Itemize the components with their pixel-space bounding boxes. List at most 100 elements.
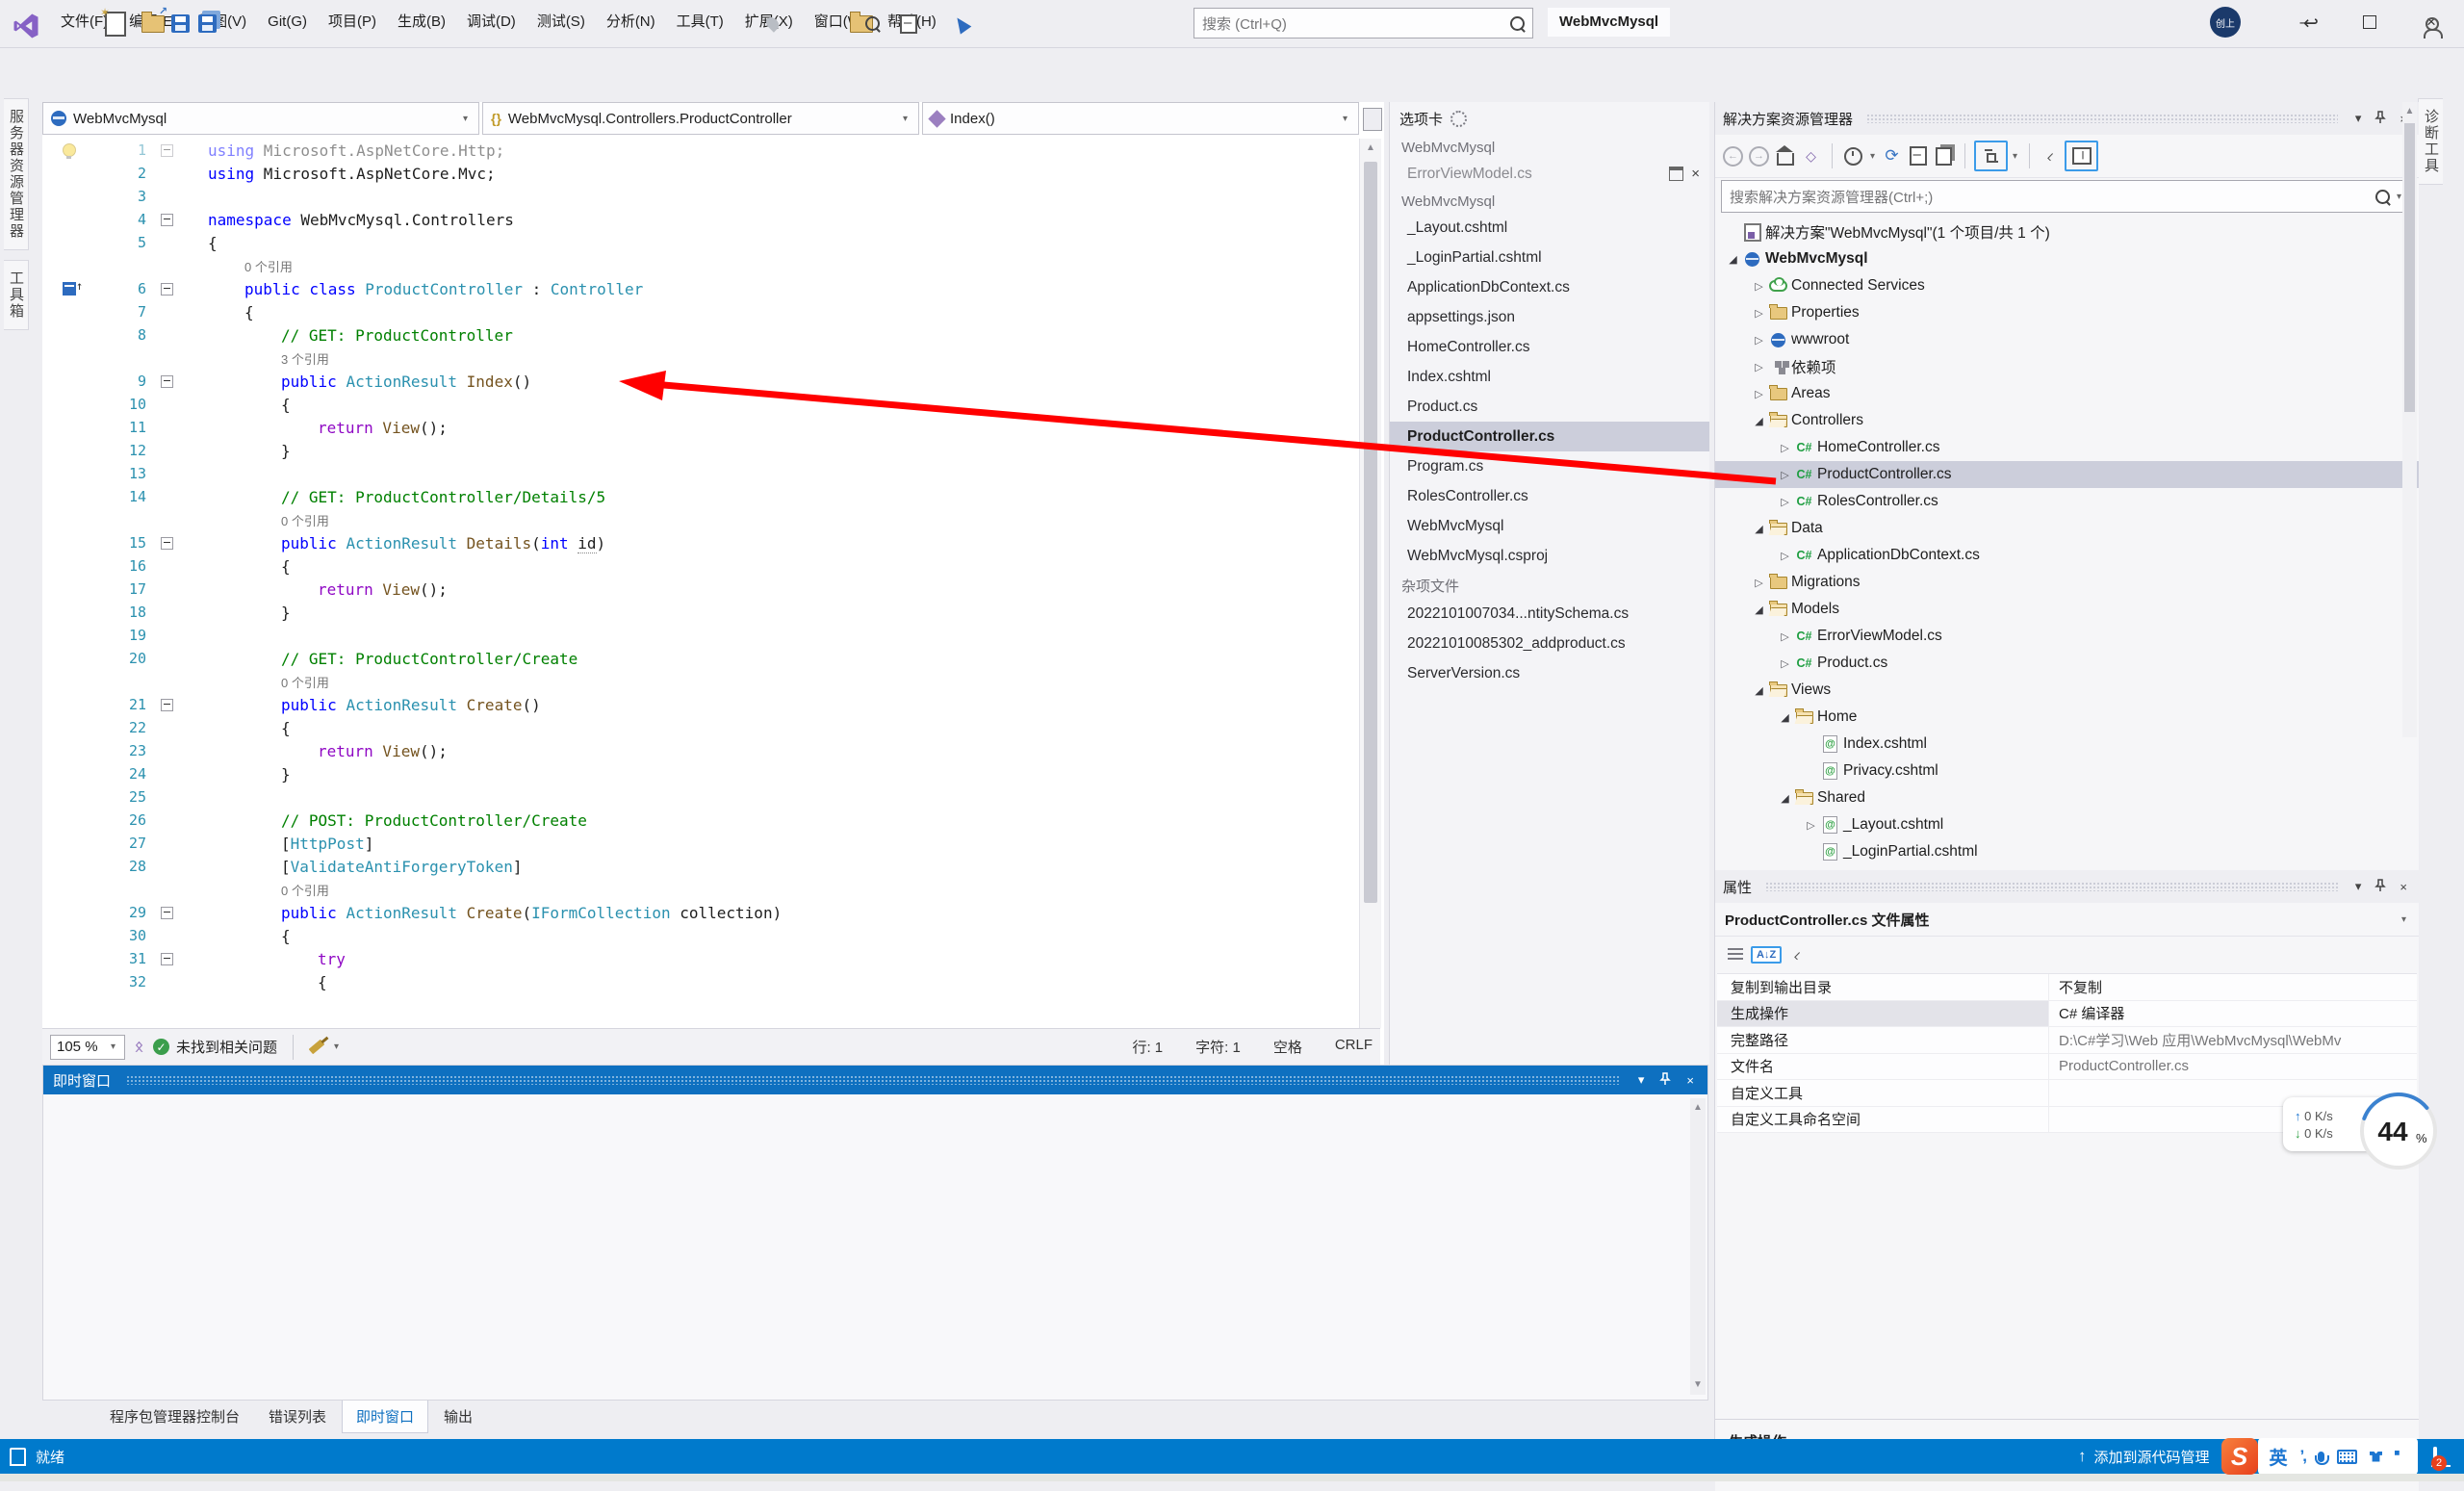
- immediate-window-header[interactable]: 即时窗口 ▾ ×: [43, 1066, 1707, 1094]
- tree-item[interactable]: ▷ Connected Services: [1715, 272, 2419, 299]
- background-tasks-icon[interactable]: [10, 1447, 26, 1471]
- breadcrumb-member-combo[interactable]: Index() ▾: [922, 102, 1359, 135]
- tab-toolbox[interactable]: 工具箱: [4, 260, 29, 330]
- code-line[interactable]: 2 using Microsoft.AspNetCore.Mvc;: [42, 162, 1359, 185]
- se-properties-button[interactable]: [1932, 143, 1956, 168]
- pin-icon[interactable]: [1656, 1071, 1675, 1089]
- tree-expander[interactable]: ▷: [1777, 550, 1793, 562]
- tree-expander[interactable]: ◢: [1777, 711, 1793, 724]
- sync-dropdown[interactable]: ▾: [2013, 151, 2017, 162]
- code-line[interactable]: 32 {: [42, 970, 1359, 993]
- tree-item[interactable]: ▷ Areas: [1715, 380, 2419, 407]
- panel-grip[interactable]: [1866, 114, 2338, 123]
- tree-item[interactable]: ◢ Models: [1715, 596, 2419, 623]
- code-line[interactable]: 11 return View();: [42, 416, 1359, 439]
- tree-item[interactable]: @ _LoginPartial.cshtml: [1715, 838, 2419, 865]
- tree-item[interactable]: ▷ 依赖项: [1715, 353, 2419, 380]
- whitespace-indicator[interactable]: 空格: [1273, 1037, 1302, 1057]
- panel-menu-button[interactable]: ▾: [1634, 1072, 1649, 1088]
- breadcrumb-type-combo[interactable]: {} WebMvcMysql.Controllers.ProductContro…: [482, 102, 919, 135]
- code-line[interactable]: 17 return View();: [42, 578, 1359, 601]
- pin-icon[interactable]: [2371, 878, 2390, 895]
- tree-expander[interactable]: ◢: [1777, 792, 1793, 805]
- property-pages-button[interactable]: ⌐: [1785, 942, 1810, 967]
- bottom-tab-程序包管理器控制台[interactable]: 程序包管理器控制台: [96, 1401, 253, 1432]
- tree-expander[interactable]: ▷: [1777, 496, 1793, 508]
- code-line[interactable]: 19: [42, 624, 1359, 647]
- property-value[interactable]: C# 编译器: [2049, 1001, 2417, 1027]
- codelens-row[interactable]: 3 个引用: [42, 347, 1359, 370]
- tree-expander[interactable]: ▷: [1777, 469, 1793, 481]
- scrollbar-thumb[interactable]: [1364, 162, 1377, 903]
- se-forward-button[interactable]: →: [1747, 143, 1771, 168]
- scrollbar-thumb[interactable]: [2404, 123, 2415, 412]
- caret-line-indicator[interactable]: 行: 1: [1132, 1037, 1163, 1057]
- tree-expander[interactable]: ▷: [1751, 388, 1767, 400]
- se-preview-button[interactable]: [2065, 141, 2099, 171]
- property-row[interactable]: 复制到输出目录 不复制: [1717, 974, 2417, 1001]
- docwell-item[interactable]: ProductController.cs: [1390, 422, 1709, 451]
- codelens-row[interactable]: 0 个引用: [42, 508, 1359, 531]
- ime-toolbox-icon[interactable]: [2395, 1451, 2400, 1455]
- caret-column-indicator[interactable]: 字符: 1: [1195, 1037, 1241, 1057]
- tree-item[interactable]: ▷ Migrations: [1715, 569, 2419, 596]
- code-line[interactable]: 18}: [42, 601, 1359, 624]
- tree-expander[interactable]: ◢: [1751, 415, 1767, 427]
- se-sync-active-document-button[interactable]: [1974, 141, 2009, 171]
- code-line[interactable]: 27 [HttpPost]: [42, 832, 1359, 855]
- split-editor-handle[interactable]: [1363, 108, 1382, 131]
- lightbulb-icon[interactable]: [63, 143, 76, 159]
- docwell-item[interactable]: 20221010085302_addproduct.cs: [1390, 629, 1709, 658]
- bottom-tab-错误列表[interactable]: 错误列表: [255, 1401, 340, 1432]
- new-project-button[interactable]: [100, 6, 128, 39]
- code-area[interactable]: 1 using Microsoft.AspNetCore.Http; 2 using …: [42, 139, 1359, 1028]
- code-cleanup-icon[interactable]: [308, 1039, 325, 1055]
- tree-expander[interactable]: ◢: [1751, 604, 1767, 616]
- code-line[interactable]: 13: [42, 462, 1359, 485]
- code-line[interactable]: 20 // GET: ProductController/Create: [42, 647, 1359, 670]
- docwell-item[interactable]: ApplicationDbContext.cs: [1390, 272, 1709, 302]
- editor-zoom-combo[interactable]: 105 % ▾: [50, 1034, 125, 1060]
- tree-expander[interactable]: ▷: [1751, 307, 1767, 320]
- property-value[interactable]: D:\C#学习\Web 应用\WebMvcMysql\WebMv: [2049, 1027, 2417, 1053]
- property-row[interactable]: 生成操作 C# 编译器: [1717, 1000, 2417, 1027]
- notifications-button[interactable]: 2: [2431, 1446, 2447, 1471]
- panel-grip[interactable]: [1765, 882, 2338, 891]
- codelens-row[interactable]: 0 个引用: [42, 670, 1359, 693]
- tree-item[interactable]: ▷ C# ProductController.cs: [1715, 461, 2419, 488]
- tree-item[interactable]: ▷ C# Product.cs: [1715, 650, 2419, 677]
- code-line[interactable]: 10 {: [42, 393, 1359, 416]
- tree-item[interactable]: ◢ Home: [1715, 704, 2419, 731]
- se-switch-views-button[interactable]: ◇: [1799, 143, 1823, 168]
- scroll-up-icon[interactable]: ▲: [2402, 102, 2417, 121]
- code-line[interactable]: 23 return View();: [42, 739, 1359, 762]
- se-collapse-all-button[interactable]: [1906, 143, 1930, 168]
- docwell-item[interactable]: HomeController.cs: [1390, 332, 1709, 362]
- se-pending-changes-filter-button[interactable]: [1841, 143, 1865, 168]
- collapse-region-icon[interactable]: [160, 143, 173, 157]
- panel-menu-button[interactable]: ▾: [2351, 111, 2366, 126]
- ime-skin-icon[interactable]: [2370, 1451, 2382, 1462]
- tree-item[interactable]: @ Index.cshtml: [1715, 731, 2419, 758]
- close-icon[interactable]: ×: [1682, 1073, 1698, 1088]
- tree-expander[interactable]: ▷: [1751, 361, 1767, 373]
- intellisense-icon[interactable]: ᛟ: [135, 1039, 143, 1055]
- property-value[interactable]: 不复制: [2049, 974, 2417, 1000]
- properties-object-row[interactable]: ProductController.cs 文件属性 ▾: [1715, 903, 2419, 937]
- performance-percent-overlay[interactable]: 44 %: [2358, 1091, 2439, 1171]
- close-icon[interactable]: ×: [2396, 880, 2411, 894]
- code-line[interactable]: 4 namespace WebMvcMysql.Controllers: [42, 208, 1359, 231]
- ime-language-toggle[interactable]: 英: [2270, 1444, 2288, 1470]
- immediate-scrollbar[interactable]: ▲ ▼: [1690, 1098, 1706, 1395]
- docwell-item[interactable]: ErrorViewModel.cs ×: [1390, 159, 1709, 189]
- bottom-tab-即时窗口[interactable]: 即时窗口: [342, 1401, 429, 1433]
- codelens-row[interactable]: 0 个引用: [42, 878, 1359, 901]
- collapse-region-icon[interactable]: [160, 213, 173, 226]
- code-line[interactable]: 31 try: [42, 947, 1359, 970]
- property-value[interactable]: ProductController.cs: [2049, 1054, 2417, 1080]
- ime-punctuation-toggle[interactable]: ’,: [2300, 1447, 2308, 1466]
- pin-icon[interactable]: [2371, 110, 2390, 127]
- docwell-item[interactable]: 2022101007034...ntitySchema.cs: [1390, 599, 1709, 629]
- code-cleanup-dropdown[interactable]: ▾: [334, 1041, 339, 1052]
- se-home-button[interactable]: [1773, 143, 1797, 168]
